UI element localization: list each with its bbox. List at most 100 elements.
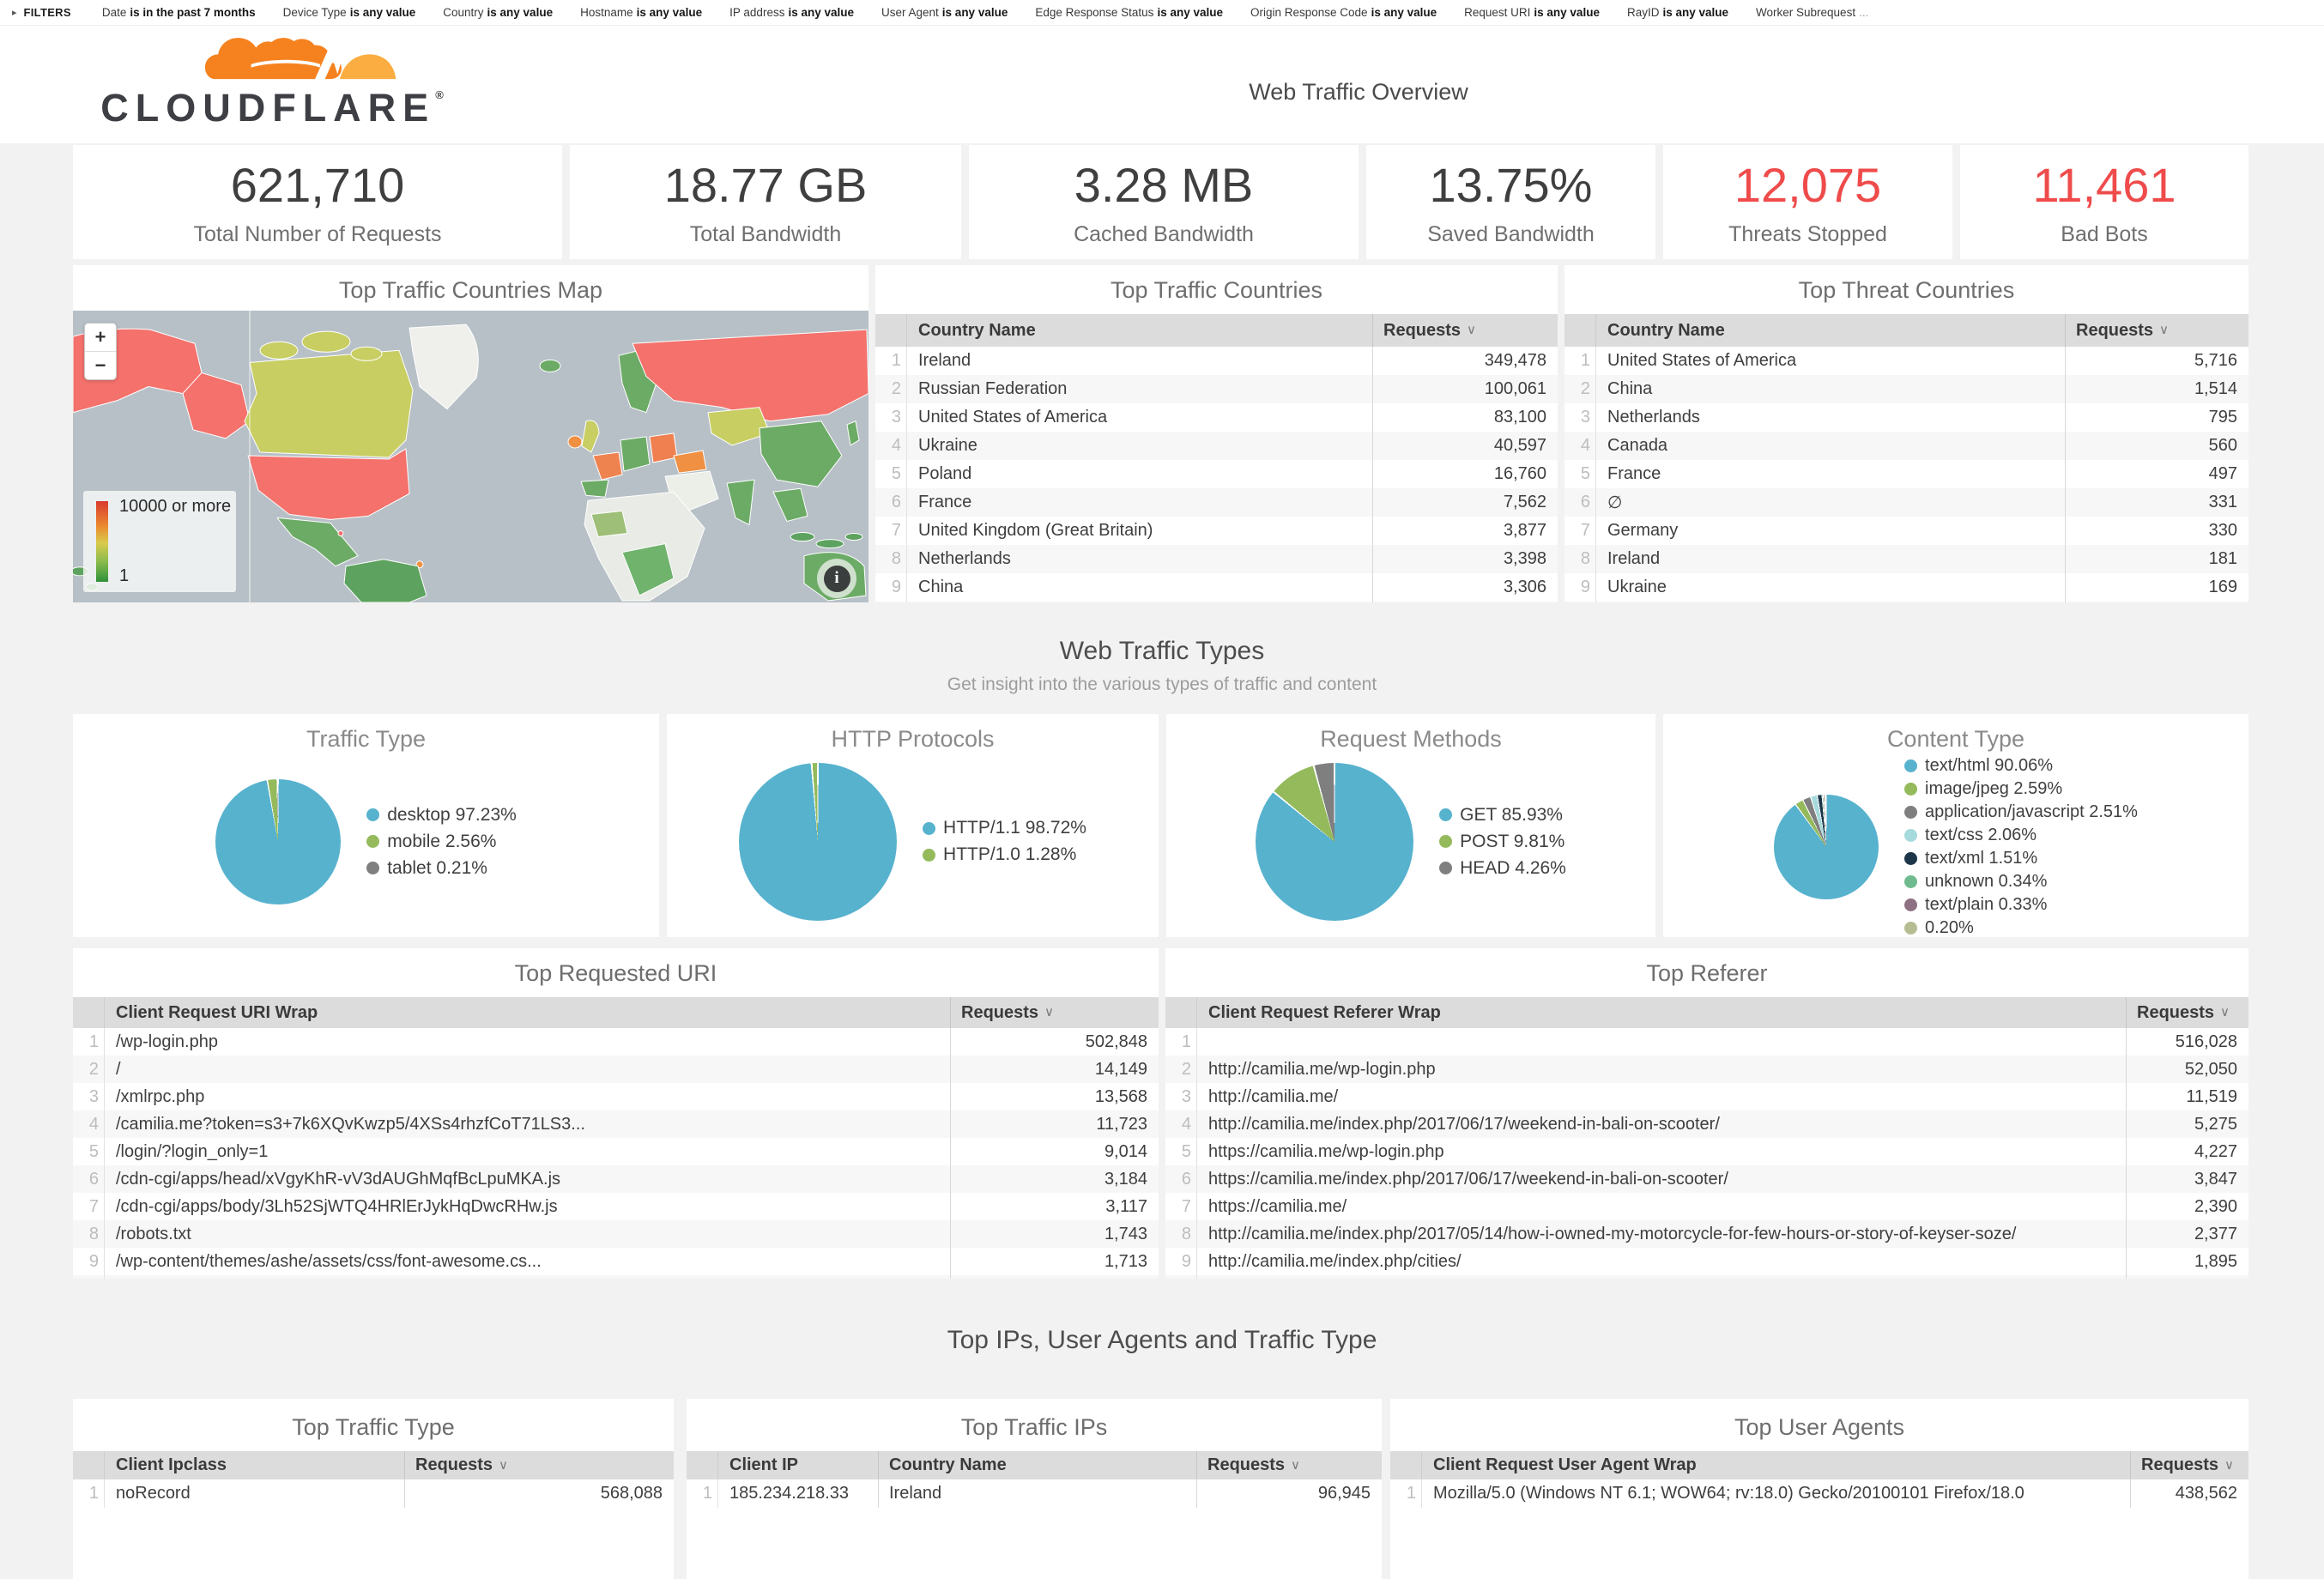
table-cell: Mozilla/5.0 (Windows NT 6.1; WOW64; rv:1… — [1422, 1479, 2130, 1508]
column-header[interactable]: Country Name — [1596, 314, 2065, 347]
row-index: 1 — [73, 1479, 105, 1508]
table-cell: Ukraine — [1596, 573, 2065, 602]
filter-item[interactable]: RayIDis any value — [1627, 6, 1728, 19]
pie-charts-row: Traffic Type desktop 97.23%mobile 2.56%t… — [73, 714, 2248, 937]
table-row: 10http://camilia.me/index.php/about/1,47… — [1165, 1275, 2248, 1279]
column-header[interactable]: Country Name — [878, 1451, 1196, 1479]
column-header[interactable]: Requests∨ — [404, 1451, 674, 1479]
row-index: 9 — [1165, 1248, 1197, 1275]
filter-item[interactable]: Hostnameis any value — [580, 6, 702, 19]
column-header[interactable]: Requests∨ — [2130, 1451, 2248, 1479]
table-row: 1185.234.218.33Ireland96,945 — [687, 1479, 1382, 1508]
row-index: 3 — [1165, 1083, 1197, 1110]
column-header[interactable]: Client Request URI Wrap — [105, 997, 950, 1028]
table-row: 7/cdn-cgi/apps/body/3Lh52SjWTQ4HRlErJykH… — [73, 1193, 1159, 1220]
table-cell: /wp-content/themes/ashe/assets/css/font-… — [105, 1248, 950, 1275]
filters-expand-caret[interactable]: ▸ — [12, 7, 17, 18]
sort-icon[interactable]: ∨ — [1044, 1004, 1054, 1019]
map-info-icon[interactable]: i — [824, 566, 850, 592]
table-cell: /login/?login_only=1 — [105, 1138, 950, 1165]
table-cell: 52,050 — [2126, 1056, 2248, 1083]
table-row: 1United States of America5,716 — [1564, 347, 2248, 375]
top-traffic-countries-table: Country NameRequests∨1Ireland349,4782Rus… — [875, 314, 1558, 602]
zoom-in-button[interactable]: + — [85, 324, 116, 351]
sort-icon[interactable]: ∨ — [2224, 1457, 2234, 1473]
table-cell: United Kingdom (Great Britain) — [907, 517, 1372, 545]
top-referer-table: Client Request Referer WrapRequests∨1516… — [1165, 997, 2248, 1279]
section-title: Web Traffic Types — [0, 637, 2324, 666]
top-user-agents-table: Client Request User Agent WrapRequests∨1… — [1390, 1451, 2248, 1579]
top-traffic-countries-panel: Top Traffic Countries Country NameReques… — [875, 265, 1558, 602]
table-row: 9http://camilia.me/index.php/cities/1,89… — [1165, 1248, 2248, 1275]
row-index: 5 — [875, 460, 907, 488]
legend-color-dot — [1439, 835, 1452, 848]
column-header[interactable]: Requests∨ — [1372, 314, 1558, 347]
table-cell: Poland — [907, 460, 1372, 488]
table-cell: Canada — [1596, 432, 2065, 460]
table-row: 4http://camilia.me/index.php/2017/06/17/… — [1165, 1110, 2248, 1138]
masthead: CLOUDFLARE® Web Traffic Overview — [0, 26, 2324, 143]
legend-item: text/css 2.06% — [1904, 826, 2138, 845]
bottom-tables-row: Top Traffic Type Client IpclassRequests∨… — [73, 1399, 2248, 1579]
filter-item[interactable]: Worker Subrequest... — [1756, 6, 1868, 19]
filter-item[interactable]: IP addressis any value — [729, 6, 854, 19]
column-header[interactable]: Client Request User Agent Wrap — [1422, 1451, 2130, 1479]
filters-label[interactable]: FILTERS — [24, 6, 71, 19]
stat-card: 621,710Total Number of Requests — [73, 145, 562, 259]
sort-icon[interactable]: ∨ — [499, 1457, 508, 1473]
filter-item[interactable]: User Agentis any value — [881, 6, 1008, 19]
table-cell: http://camilia.me/index.php/cities/ — [1197, 1248, 2126, 1275]
column-header[interactable]: Client Ipclass — [105, 1451, 404, 1479]
column-header[interactable]: Requests∨ — [2126, 997, 2248, 1028]
table-header: Country NameRequests∨ — [875, 314, 1558, 347]
filter-item[interactable]: Request URIis any value — [1464, 6, 1600, 19]
sort-icon[interactable]: ∨ — [1467, 322, 1476, 337]
table-cell: 1,895 — [2126, 1248, 2248, 1275]
stat-label: Threats Stopped — [1728, 222, 1887, 247]
table-row: 8Netherlands3,398 — [875, 545, 1558, 573]
table-cell: 96,945 — [1196, 1479, 1382, 1508]
stat-label: Saved Bandwidth — [1427, 222, 1595, 247]
table-cell: 497 — [2065, 460, 2248, 488]
legend-label: application/javascript 2.51% — [1925, 802, 2138, 822]
table-cell: 3,877 — [1372, 517, 1558, 545]
table-cell: 7,562 — [1372, 488, 1558, 517]
row-index: 5 — [1165, 1138, 1197, 1165]
traffic-overview-row: Top Traffic Countries Map — [73, 265, 2248, 602]
filter-item[interactable]: Device Typeis any value — [283, 6, 416, 19]
column-header[interactable]: Client IP — [718, 1451, 878, 1479]
sort-icon[interactable]: ∨ — [2159, 322, 2169, 337]
row-index: 1 — [73, 1028, 105, 1056]
filter-item[interactable]: Dateis in the past 7 months — [102, 6, 256, 19]
filter-item[interactable]: Countryis any value — [443, 6, 553, 19]
table-cell: 100,061 — [1372, 375, 1558, 403]
table-cell: 16,760 — [1372, 460, 1558, 488]
stat-card: 12,075Threats Stopped — [1663, 145, 1952, 259]
content-type-pie-chart — [1774, 795, 1879, 899]
legend-gradient-bar — [96, 501, 108, 582]
table-row: 8Ireland181 — [1564, 545, 2248, 573]
table-cell: 3,398 — [1372, 545, 1558, 573]
row-index: 2 — [1165, 1056, 1197, 1083]
legend-color-dot — [923, 849, 935, 862]
column-header[interactable]: Requests∨ — [2065, 314, 2248, 347]
table-cell: Germany — [1596, 517, 2065, 545]
traffic-type-pie-chart — [215, 779, 341, 904]
filter-bar: ▸ FILTERS Dateis in the past 7 months Dev… — [0, 0, 2324, 26]
column-header[interactable]: Requests∨ — [1196, 1451, 1382, 1479]
traffic-type-legend: desktop 97.23%mobile 2.56%tablet 0.21% — [366, 799, 517, 885]
filter-item[interactable]: Edge Response Statusis any value — [1035, 6, 1223, 19]
table-cell: http://camilia.me/index.php/2017/06/17/w… — [1197, 1110, 2126, 1138]
sort-icon[interactable]: ∨ — [1291, 1457, 1300, 1473]
request-methods-pie-chart — [1256, 763, 1413, 921]
row-index: 4 — [875, 432, 907, 460]
column-header[interactable]: Client Request Referer Wrap — [1197, 997, 2126, 1028]
column-header[interactable]: Country Name — [907, 314, 1372, 347]
column-header[interactable]: Requests∨ — [950, 997, 1159, 1028]
world-map[interactable]: + − 10000 or more 1 i — [73, 311, 868, 602]
traffic-type-title: Traffic Type — [73, 714, 659, 753]
filter-item[interactable]: Origin Response Codeis any value — [1250, 6, 1437, 19]
table-row: 3United States of America83,100 — [875, 403, 1558, 432]
sort-icon[interactable]: ∨ — [2220, 1004, 2230, 1019]
zoom-out-button[interactable]: − — [85, 351, 116, 379]
